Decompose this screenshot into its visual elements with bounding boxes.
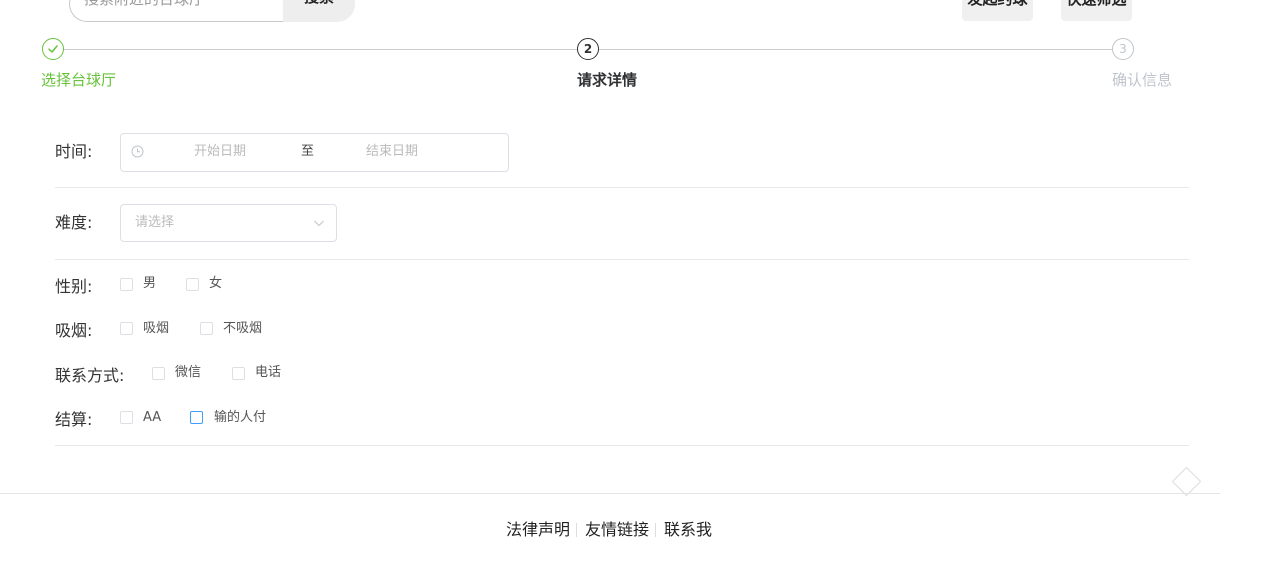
check-icon [48,45,58,53]
contact-label: 联系方式: [55,366,125,385]
smoking-yes-checkbox[interactable] [120,322,133,335]
create-match-button[interactable]: 发起约球 [962,0,1033,21]
step-3-title: 确认信息 [1112,71,1173,89]
divider [55,445,1189,446]
search-placeholder: 搜索附近的台球厅 [84,0,204,10]
footer-link-contact[interactable]: 联系我 [664,519,712,541]
footer-separator [655,523,656,537]
footer-separator [576,523,577,537]
smoking-no-checkbox[interactable] [200,322,213,335]
time-label: 时间: [55,142,93,161]
settlement-label: 结算: [55,410,93,429]
start-date-input[interactable]: 开始日期 [194,143,246,161]
date-range-separator: 至 [301,144,315,159]
smoking-yes-label[interactable]: 吸烟 [143,320,169,338]
contact-phone-checkbox[interactable] [232,367,245,380]
search-button[interactable]: 搜索 [283,0,355,22]
smoking-no-label[interactable]: 不吸烟 [223,320,262,338]
difficulty-label: 难度: [55,213,93,232]
contact-wechat-label[interactable]: 微信 [175,364,201,382]
chevron-down-icon [314,220,324,227]
step-1-circle [42,38,64,60]
gender-male-checkbox[interactable] [120,278,133,291]
divider [55,259,1189,260]
step-2-title: 请求详情 [577,71,638,89]
step-connector-2 [599,49,1112,50]
gender-male-label[interactable]: 男 [143,275,156,293]
settlement-aa-checkbox[interactable] [120,411,133,424]
gender-female-label[interactable]: 女 [209,275,222,293]
gender-label: 性别: [55,277,93,296]
footer-link-friends[interactable]: 友情链接 [585,519,649,541]
divider [55,187,1189,188]
footer-link-legal[interactable]: 法律声明 [506,519,570,541]
gender-female-checkbox[interactable] [186,278,199,291]
settlement-aa-label[interactable]: AA [143,409,161,427]
end-date-input[interactable]: 结束日期 [366,143,418,161]
contact-wechat-checkbox[interactable] [152,367,165,380]
clock-icon [131,145,144,158]
difficulty-placeholder: 请选择 [135,215,175,230]
step-connector-1 [64,49,577,50]
settlement-loser-pays-label[interactable]: 输的人付 [214,409,266,427]
quick-filter-button[interactable]: 快速筛选 [1061,0,1132,21]
settlement-loser-pays-checkbox[interactable] [190,411,203,424]
step-3-circle: 3 [1112,38,1134,60]
date-range-picker[interactable] [120,133,509,172]
step-1-title: 选择台球厅 [41,71,117,89]
smoking-label: 吸烟: [55,321,93,340]
footer-divider [0,493,1220,494]
contact-phone-label[interactable]: 电话 [255,364,281,382]
step-2-circle: 2 [577,38,599,60]
